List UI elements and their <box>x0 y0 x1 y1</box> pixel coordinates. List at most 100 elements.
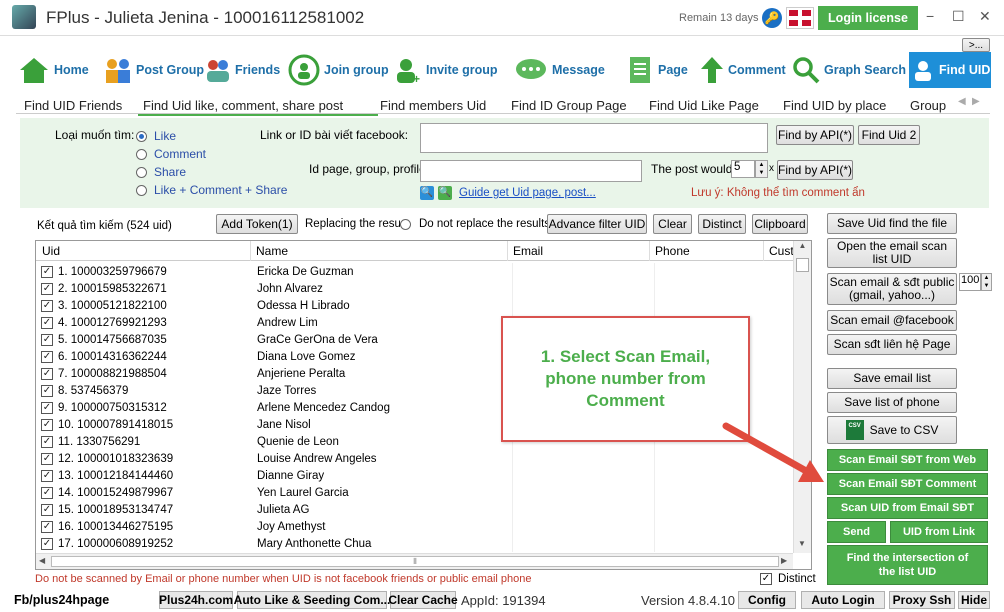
vertical-scrollbar[interactable]: ▲ ▼ <box>793 241 811 553</box>
more-button[interactable]: >... <box>962 38 990 52</box>
row-checkbox[interactable]: ✓ <box>41 282 53 295</box>
link-input[interactable] <box>420 123 768 153</box>
save-to-csv-button[interactable]: CSV Save to CSV <box>827 416 957 444</box>
add-token-button[interactable]: Add Token(1) <box>216 214 298 234</box>
row-checkbox[interactable]: ✓ <box>41 265 53 278</box>
uid-from-link-button[interactable]: UID from Link <box>890 521 988 543</box>
option-all-label[interactable]: Like + Comment + Share <box>154 183 287 197</box>
radio-replacing[interactable] <box>400 219 411 230</box>
plus24h-button[interactable]: Plus24h.com <box>159 591 233 609</box>
header-uid[interactable]: Uid <box>42 244 60 258</box>
clipboard-button[interactable]: Clipboard <box>752 214 808 234</box>
row-checkbox[interactable]: ✓ <box>41 316 53 329</box>
table-row[interactable]: ✓ 17. 100000608919252 Mary Anthonette Chua <box>36 535 796 552</box>
minimize-button[interactable]: − <box>926 8 934 24</box>
nav-page[interactable]: Page <box>626 52 688 88</box>
row-checkbox[interactable]: ✓ <box>41 503 53 516</box>
send-button[interactable]: Send <box>827 521 886 543</box>
table-row[interactable]: ✓ 1. 100003259796679 Ericka De Guzman <box>36 263 796 280</box>
header-phone[interactable]: Phone <box>655 244 690 258</box>
key-icon[interactable]: 🔑 <box>762 8 782 28</box>
table-row[interactable]: ✓ 2. 100015985322671 John Alvarez <box>36 280 796 297</box>
distinct-button[interactable]: Distinct <box>698 214 746 234</box>
row-checkbox[interactable]: ✓ <box>41 452 53 465</box>
row-checkbox[interactable]: ✓ <box>41 367 53 380</box>
advance-filter-button[interactable]: Advance filter UID <box>547 214 647 234</box>
row-checkbox[interactable]: ✓ <box>41 299 53 312</box>
auto-login-button[interactable]: Auto Login <box>801 591 885 609</box>
scan-email-facebook-button[interactable]: Scan email @facebook <box>827 310 957 331</box>
table-row[interactable]: ✓ 12. 100001018323639 Louise Andrew Angele… <box>36 450 796 467</box>
radio-comment[interactable] <box>136 149 147 160</box>
hscroll-thumb[interactable]: ⦀ <box>51 556 779 567</box>
tab-scroll-right-icon[interactable]: ▶ <box>972 96 980 107</box>
distinct-check-label[interactable]: Distinct <box>778 573 816 585</box>
radio-all[interactable] <box>136 185 147 196</box>
find-uid-2-button[interactable]: Find Uid 2 <box>858 125 920 145</box>
table-row[interactable]: ✓ 14. 100015249879967 Yen Laurel Garcia <box>36 484 796 501</box>
find-by-api-2-button[interactable]: Find by API(*) <box>777 160 853 180</box>
table-row[interactable]: ✓ 15. 100018953134747 Julieta AG <box>36 501 796 518</box>
nav-join-group[interactable]: Join group <box>288 52 389 88</box>
scan-email-sdt-web-button[interactable]: Scan Email SĐT from Web <box>827 449 988 471</box>
tab-find-uid-friends[interactable]: Find UID Friends <box>24 98 122 113</box>
header-email[interactable]: Email <box>513 244 543 258</box>
config-button[interactable]: Config <box>738 591 796 609</box>
row-checkbox[interactable]: ✓ <box>41 486 53 499</box>
login-license-button[interactable]: Login license <box>818 6 918 30</box>
post-limit-input[interactable]: 5 <box>731 160 755 178</box>
tab-find-members-uid[interactable]: Find members Uid <box>380 98 486 113</box>
no-replace-label[interactable]: Do not replace the results <box>419 218 550 230</box>
row-checkbox[interactable]: ✓ <box>41 333 53 346</box>
row-checkbox[interactable]: ✓ <box>41 469 53 482</box>
table-row[interactable]: ✓ 16. 100013446275195 Joy Amethyst <box>36 518 796 535</box>
nav-comment[interactable]: Comment <box>700 52 786 88</box>
row-checkbox[interactable]: ✓ <box>41 401 53 414</box>
scan-count-input[interactable]: 100 <box>959 273 981 291</box>
row-checkbox[interactable]: ✓ <box>41 435 53 448</box>
tab-find-uid-like-page[interactable]: Find Uid Like Page <box>649 98 759 113</box>
row-checkbox[interactable]: ✓ <box>41 418 53 431</box>
scroll-thumb[interactable] <box>796 258 809 272</box>
option-like-label[interactable]: Like <box>154 129 176 143</box>
nav-find-uid[interactable]: Find UID <box>909 52 991 88</box>
distinct-checkbox[interactable]: ✓ <box>760 573 772 585</box>
save-uid-file-button[interactable]: Save Uid find the file <box>827 213 957 234</box>
open-email-scan-button[interactable]: Open the email scan list UID <box>827 238 957 268</box>
scroll-up-icon[interactable]: ▲ <box>794 241 811 250</box>
tab-find-uid-like-comment-share[interactable]: Find Uid like, comment, share post <box>143 98 343 113</box>
auto-like-seeding-button[interactable]: Auto Like & Seeding Com... <box>234 591 390 609</box>
scan-uid-from-email-button[interactable]: Scan UID from Email SĐT <box>827 497 988 519</box>
hide-button[interactable]: Hide <box>958 591 990 609</box>
scroll-right-icon[interactable]: ▶ <box>781 556 787 565</box>
row-checkbox[interactable]: ✓ <box>41 350 53 363</box>
save-email-list-button[interactable]: Save email list <box>827 368 957 389</box>
find-by-api-button[interactable]: Find by API(*) <box>776 125 854 145</box>
nav-post-group[interactable]: Post Group <box>104 52 204 88</box>
guide-link[interactable]: Guide get Uid page, post... <box>459 187 596 199</box>
scan-email-public-button[interactable]: Scan email & sđt public (gmail, yahoo...… <box>827 273 957 305</box>
radio-share[interactable] <box>136 167 147 178</box>
uk-flag-icon[interactable] <box>787 8 813 28</box>
post-limit-stepper[interactable]: ▲ ▼ <box>755 160 768 178</box>
table-row[interactable]: ✓ 3. 100005121822100 Odessa H Librado <box>36 297 796 314</box>
save-phone-list-button[interactable]: Save list of phone <box>827 392 957 413</box>
header-name[interactable]: Name <box>256 244 288 258</box>
clear-button[interactable]: Clear <box>653 214 692 234</box>
row-checkbox[interactable]: ✓ <box>41 520 53 533</box>
nav-graph-search[interactable]: Graph Search <box>792 52 906 88</box>
tab-find-id-group-page[interactable]: Find ID Group Page <box>511 98 627 113</box>
scan-count-stepper[interactable]: ▲ ▼ <box>981 273 992 291</box>
scroll-left-icon[interactable]: ◀ <box>39 556 45 565</box>
clear-cache-button[interactable]: Clear Cache <box>388 591 458 609</box>
option-comment-label[interactable]: Comment <box>154 147 206 161</box>
nav-invite-group[interactable]: + Invite group <box>394 52 498 88</box>
scan-page-contact-button[interactable]: Scan sđt liên hệ Page <box>827 334 957 355</box>
horizontal-scrollbar[interactable]: ◀ ⦀ ▶ <box>36 553 793 569</box>
proxy-ssh-button[interactable]: Proxy Ssh <box>889 591 955 609</box>
scan-email-sdt-comment-button[interactable]: Scan Email SĐT Comment <box>827 473 988 495</box>
tab-find-uid-by-place[interactable]: Find UID by place <box>783 98 886 113</box>
table-row[interactable]: ✓ 13. 100012184144460 Dianne Giray <box>36 467 796 484</box>
maximize-button[interactable]: ☐ <box>952 8 965 25</box>
row-checkbox[interactable]: ✓ <box>41 384 53 397</box>
